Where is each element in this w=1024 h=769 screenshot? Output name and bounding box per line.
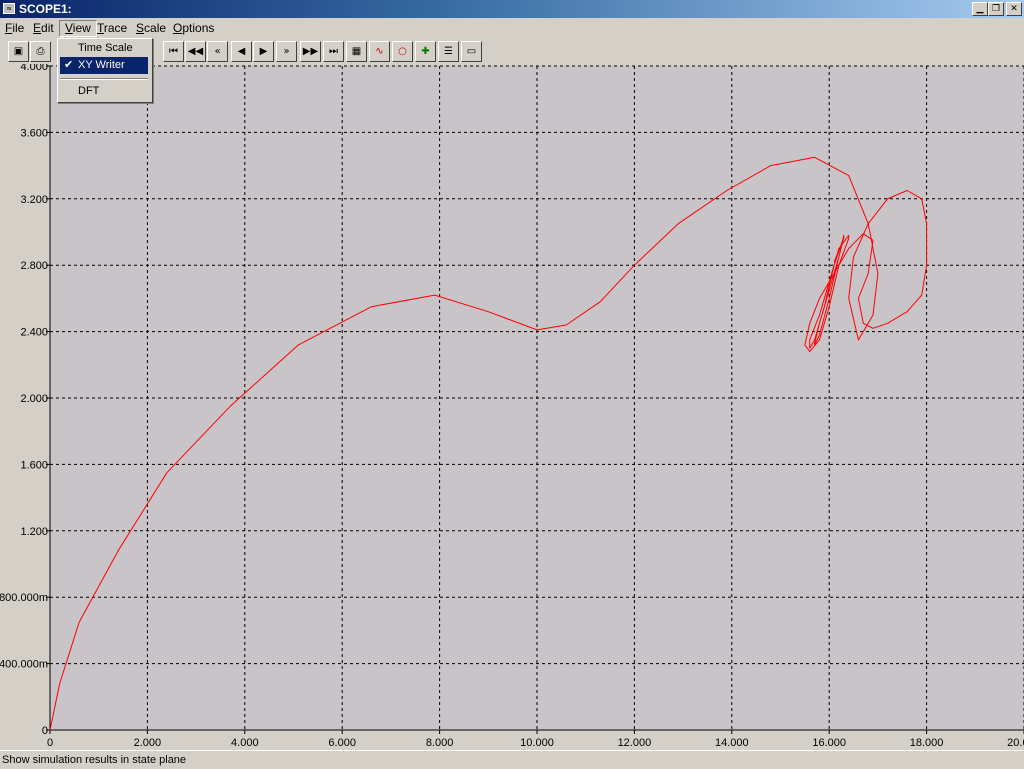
- toolbar: ▣ ⎙ ⏮ ◀◀ « ◀ ▶ » ▶▶ ⏭ ▦ ∿ ○ ✚ ☰ ▭: [0, 40, 1024, 64]
- view-menu-time-scale[interactable]: Time Scale: [60, 40, 148, 57]
- y-tick-label: 2.800: [20, 260, 48, 272]
- view-menu-dft[interactable]: DFT: [60, 83, 148, 100]
- forward-button[interactable]: »: [276, 41, 297, 62]
- y-tick-label: 0: [42, 725, 48, 737]
- trace-button[interactable]: ∿: [369, 41, 390, 62]
- list-icon: ☰: [444, 46, 453, 57]
- y-tick-label: 2.000: [20, 393, 48, 405]
- y-tick-label: 4.000: [20, 64, 48, 73]
- scope-icon[interactable]: ≈: [3, 3, 15, 14]
- minimize-button[interactable]: ▁: [972, 2, 988, 16]
- window-button[interactable]: ▭: [461, 41, 482, 62]
- close-button[interactable]: ✕: [1006, 2, 1022, 16]
- table-icon: ▦: [351, 46, 362, 57]
- menu-separator: [60, 78, 148, 80]
- table-button[interactable]: ▦: [346, 41, 367, 62]
- view-menu-dropdown: Time Scale ✔ XY Writer DFT: [57, 38, 153, 103]
- forward-icon: »: [283, 46, 290, 57]
- step-back-icon: ◀: [237, 46, 246, 57]
- menu-bar: File Edit View Trace Scale Options: [0, 18, 1024, 38]
- fast-forward-button[interactable]: ▶▶: [300, 41, 321, 62]
- step-forward-icon: ▶: [259, 46, 268, 57]
- last-icon: ⏭: [329, 46, 338, 57]
- x-tick-label: 10.000: [520, 737, 554, 749]
- trace-icon: ∿: [375, 46, 384, 57]
- list-button[interactable]: ☰: [438, 41, 459, 62]
- x-tick-label: 4.000: [231, 737, 259, 749]
- status-text: Show simulation results in state plane: [2, 754, 187, 766]
- close-icon: ✕: [1010, 4, 1018, 14]
- first-button[interactable]: ⏮: [163, 41, 184, 62]
- menu-scale[interactable]: Scale: [131, 21, 171, 36]
- menu-file[interactable]: File: [0, 21, 29, 36]
- x-tick-label: 0: [47, 737, 53, 749]
- x-tick-label: 8.000: [426, 737, 454, 749]
- menu-trace[interactable]: Trace: [92, 21, 132, 36]
- step-back-button[interactable]: ◀: [231, 41, 252, 62]
- first-icon: ⏮: [169, 46, 178, 57]
- y-tick-label: 1.600: [20, 459, 48, 471]
- print-icon: ⎙: [36, 46, 45, 57]
- x-tick-label: 2.000: [134, 737, 162, 749]
- status-bar: Show simulation results in state plane: [0, 750, 1024, 769]
- fast-forward-icon: ▶▶: [302, 46, 319, 57]
- xy-plot[interactable]: 0 2.000 4.000 6.000 8.000 10.000 12.000 14.000 1…: [0, 64, 1024, 752]
- fast-rewind-button[interactable]: ◀◀: [185, 41, 206, 62]
- y-axis-ticks: 0 400.000m 800.000m 1.200 1.600 2.000 2.400 2.8…: [0, 64, 50, 737]
- x-tick-label: 14.000: [715, 737, 749, 749]
- x-tick-label: 16.000: [812, 737, 846, 749]
- window-title: SCOPE1:: [19, 2, 72, 16]
- title-bar: ≈ SCOPE1: ▁ ❐ ✕: [0, 0, 1024, 18]
- check-icon: ✔: [64, 59, 74, 71]
- x-tick-label: 18.000: [910, 737, 944, 749]
- y-tick-label: 3.200: [20, 194, 48, 206]
- cursor-button[interactable]: ✚: [415, 41, 436, 62]
- y-tick-label: 2.400: [20, 327, 48, 339]
- view-menu-xy-writer[interactable]: ✔ XY Writer: [60, 57, 148, 74]
- marker-button[interactable]: ○: [392, 41, 413, 62]
- print-button[interactable]: ⎙: [30, 41, 51, 62]
- y-tick-label: 400.000m: [0, 659, 48, 671]
- x-tick-label: 20.000: [1007, 737, 1024, 749]
- last-button[interactable]: ⏭: [323, 41, 344, 62]
- x-tick-label: 6.000: [328, 737, 356, 749]
- step-forward-button[interactable]: ▶: [253, 41, 274, 62]
- save-icon: ▣: [13, 46, 24, 57]
- save-button[interactable]: ▣: [8, 41, 29, 62]
- marker-icon: ○: [398, 46, 407, 57]
- restore-icon: ❐: [991, 4, 1001, 14]
- menu-edit[interactable]: Edit: [28, 21, 59, 36]
- y-tick-label: 800.000m: [0, 592, 48, 604]
- menu-options[interactable]: Options: [168, 21, 219, 36]
- restore-button[interactable]: ❐: [988, 2, 1004, 16]
- rewind-button[interactable]: «: [207, 41, 228, 62]
- y-tick-label: 1.200: [20, 526, 48, 538]
- x-tick-label: 12.000: [618, 737, 652, 749]
- window-icon: ▭: [466, 46, 477, 57]
- cursor-icon: ✚: [421, 46, 430, 57]
- rewind-icon: «: [214, 46, 221, 57]
- minimize-icon: ▁: [976, 4, 984, 14]
- y-tick-label: 3.600: [20, 127, 48, 139]
- x-axis-ticks: 0 2.000 4.000 6.000 8.000 10.000 12.000 14.000 1…: [47, 730, 1024, 749]
- fast-rewind-icon: ◀◀: [187, 46, 204, 57]
